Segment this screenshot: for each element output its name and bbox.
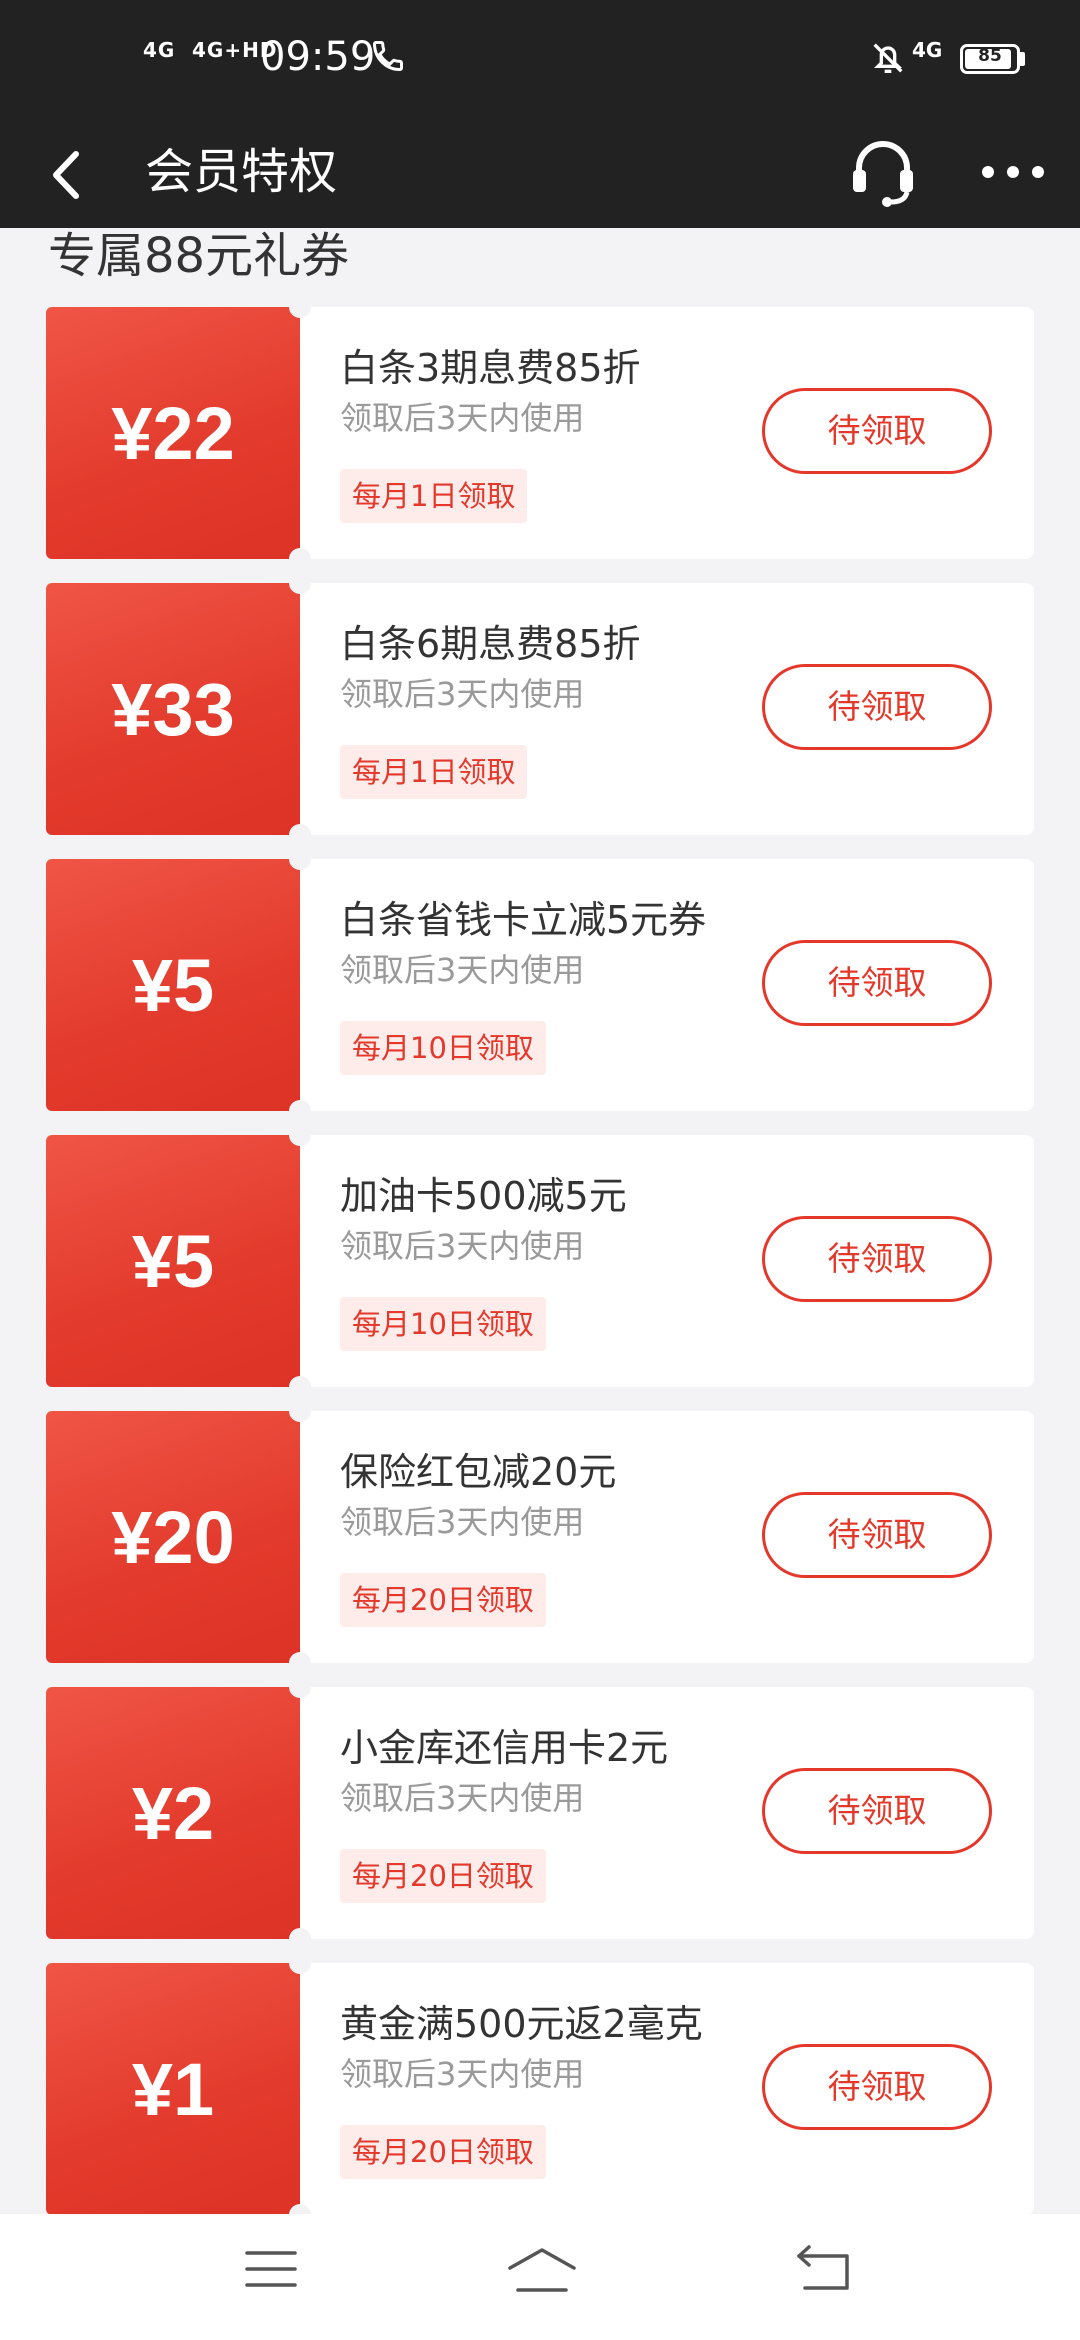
coupon-amount: ¥5 bbox=[131, 943, 215, 1027]
coupon-schedule-tag: 每月20日领取 bbox=[340, 2125, 546, 2179]
coupon-card: ¥22 白条3期息费85折领取后3天内使用每月1日领取 待领取 bbox=[46, 296, 1034, 570]
coupon-amount: ¥20 bbox=[111, 1495, 235, 1579]
app-header: 会员特权 bbox=[0, 120, 1080, 228]
coupon-amount: ¥22 bbox=[111, 391, 235, 475]
coupon-amount-panel: ¥20 bbox=[46, 1411, 300, 1663]
phone-call-icon bbox=[372, 41, 403, 72]
coupon-title: 白条省钱卡立减5元券 bbox=[340, 898, 707, 942]
claim-button[interactable]: 待领取 bbox=[762, 1768, 992, 1854]
coupon-title: 白条3期息费85折 bbox=[340, 346, 641, 390]
coupon-schedule-tag: 每月1日领取 bbox=[340, 745, 528, 799]
battery-icon: 85 bbox=[960, 44, 1020, 74]
coupon-title: 黄金满500元返2毫克 bbox=[340, 2002, 703, 2046]
coupon-details: 白条省钱卡立减5元券领取后3天内使用每月10日领取 待领取 bbox=[289, 848, 1034, 1122]
coupon-validity: 领取后3天内使用 bbox=[340, 399, 585, 437]
coupon-validity: 领取后3天内使用 bbox=[340, 1779, 585, 1817]
coupon-amount: ¥33 bbox=[111, 667, 235, 751]
coupon-amount-panel: ¥33 bbox=[46, 583, 300, 835]
coupon-details: 保险红包减20元领取后3天内使用每月20日领取 待领取 bbox=[289, 1400, 1034, 1674]
claim-button[interactable]: 待领取 bbox=[762, 388, 992, 474]
status-time: 09:59 bbox=[260, 34, 376, 80]
coupon-schedule-tag: 每月20日领取 bbox=[340, 1573, 546, 1627]
coupon-validity: 领取后3天内使用 bbox=[340, 1503, 585, 1541]
bell-mute-icon bbox=[873, 43, 903, 73]
coupon-amount: ¥1 bbox=[131, 2047, 215, 2131]
coupon-schedule-tag: 每月10日领取 bbox=[340, 1021, 546, 1075]
coupon-details: 白条3期息费85折领取后3天内使用每月1日领取 待领取 bbox=[289, 296, 1034, 570]
coupon-validity: 领取后3天内使用 bbox=[340, 675, 585, 713]
coupon-title: 白条6期息费85折 bbox=[340, 622, 641, 666]
system-nav-bar bbox=[0, 2214, 1080, 2340]
coupon-details: 小金库还信用卡2元领取后3天内使用每月20日领取 待领取 bbox=[289, 1676, 1034, 1950]
coupon-amount: ¥2 bbox=[131, 1771, 215, 1855]
page-title: 会员特权 bbox=[145, 144, 338, 200]
coupon-title: 保险红包减20元 bbox=[340, 1450, 617, 1494]
coupon-schedule-tag: 每月10日领取 bbox=[340, 1297, 546, 1351]
claim-button[interactable]: 待领取 bbox=[762, 664, 992, 750]
coupon-title: 加油卡500减5元 bbox=[340, 1174, 627, 1218]
coupon-validity: 领取后3天内使用 bbox=[340, 951, 585, 989]
signal-4g-indicator-2: 4G bbox=[912, 38, 943, 62]
signal-4g-indicator: 4G bbox=[143, 38, 176, 62]
coupon-details: 加油卡500减5元领取后3天内使用每月10日领取 待领取 bbox=[289, 1124, 1034, 1398]
claim-button[interactable]: 待领取 bbox=[762, 940, 992, 1026]
coupon-amount-panel: ¥1 bbox=[46, 1963, 300, 2215]
coupon-title: 小金库还信用卡2元 bbox=[340, 1726, 669, 1770]
coupon-amount-panel: ¥22 bbox=[46, 307, 300, 559]
back-icon[interactable] bbox=[40, 140, 100, 210]
menu-icon[interactable] bbox=[243, 2247, 299, 2291]
coupon-card: ¥1 黄金满500元返2毫克领取后3天内使用每月20日领取 待领取 bbox=[46, 1952, 1034, 2226]
coupon-card: ¥20 保险红包减20元领取后3天内使用每月20日领取 待领取 bbox=[46, 1400, 1034, 1674]
coupon-card: ¥2 小金库还信用卡2元领取后3天内使用每月20日领取 待领取 bbox=[46, 1676, 1034, 1950]
coupon-schedule-tag: 每月20日领取 bbox=[340, 1849, 546, 1903]
section-title: 专属88元礼券 bbox=[48, 228, 350, 284]
coupon-amount-panel: ¥5 bbox=[46, 859, 300, 1111]
coupon-details: 白条6期息费85折领取后3天内使用每月1日领取 待领取 bbox=[289, 572, 1034, 846]
coupon-validity: 领取后3天内使用 bbox=[340, 2055, 585, 2093]
battery-level: 85 bbox=[978, 46, 1002, 66]
coupon-amount-panel: ¥5 bbox=[46, 1135, 300, 1387]
coupon-card: ¥5 加油卡500减5元领取后3天内使用每月10日领取 待领取 bbox=[46, 1124, 1034, 1398]
home-icon[interactable] bbox=[504, 2244, 580, 2296]
coupon-details: 黄金满500元返2毫克领取后3天内使用每月20日领取 待领取 bbox=[289, 1952, 1034, 2226]
coupon-list: ¥22 白条3期息费85折 领取后3天内使用 每月1日领取 待领取 ¥33 白条6期息费85… bbox=[46, 296, 1034, 2239]
back-nav-icon[interactable] bbox=[795, 2244, 853, 2294]
coupon-validity: 领取后3天内使用 bbox=[340, 1227, 585, 1265]
customer-service-icon[interactable] bbox=[845, 134, 921, 210]
coupon-amount-panel: ¥2 bbox=[46, 1687, 300, 1939]
claim-button[interactable]: 待领取 bbox=[762, 2044, 992, 2130]
claim-button[interactable]: 待领取 bbox=[762, 1216, 992, 1302]
coupon-card: ¥5 白条省钱卡立减5元券领取后3天内使用每月10日领取 待领取 bbox=[46, 848, 1034, 1122]
claim-button[interactable]: 待领取 bbox=[762, 1492, 992, 1578]
status-bar: 4G 4G+HD 09:59 4G 85 bbox=[0, 0, 1080, 120]
more-icon[interactable] bbox=[980, 160, 1046, 184]
coupon-card: ¥33 白条6期息费85折领取后3天内使用每月1日领取 待领取 bbox=[46, 572, 1034, 846]
coupon-schedule-tag: 每月1日领取 bbox=[340, 469, 528, 523]
coupon-amount: ¥5 bbox=[131, 1219, 215, 1303]
